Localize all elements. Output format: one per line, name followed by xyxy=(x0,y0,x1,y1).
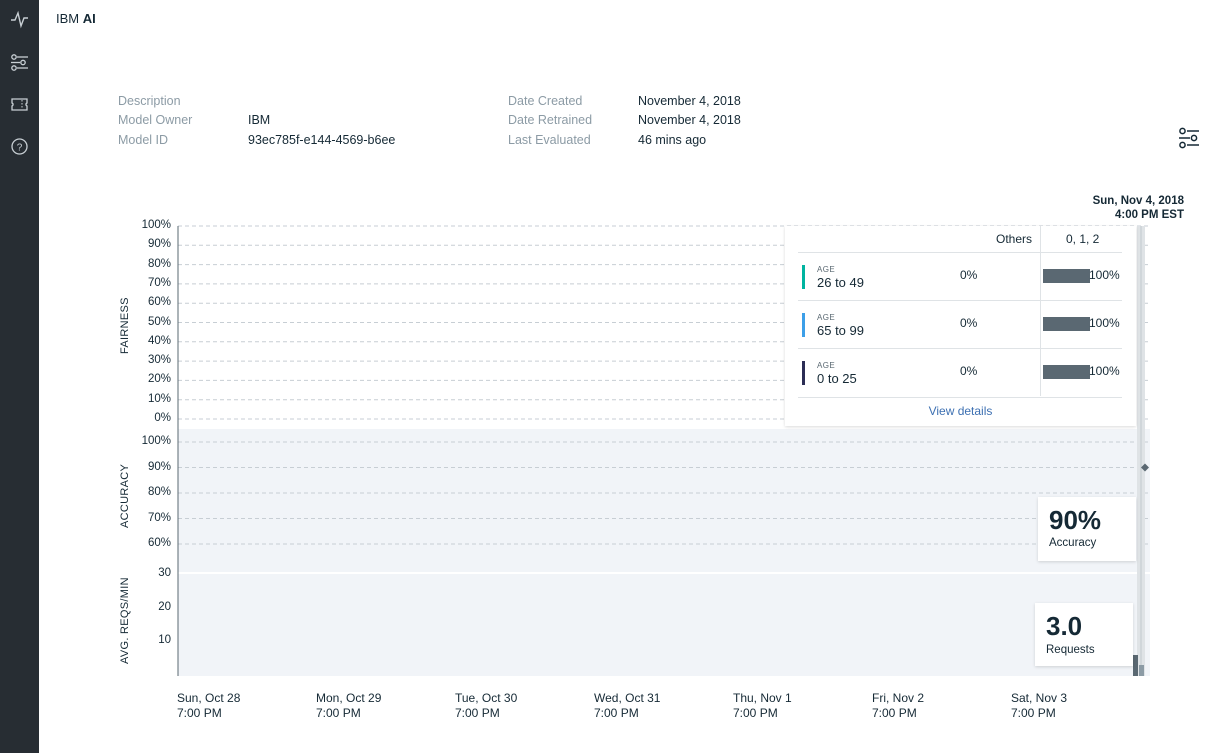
x-tick-label: Mon, Oct 29 7:00 PM xyxy=(316,691,381,721)
view-details-link[interactable]: View details xyxy=(785,404,1136,418)
x-tick-day: Thu, Nov 1 xyxy=(733,691,792,705)
group-percent: 100% xyxy=(1089,268,1120,282)
y-tick-label: 80% xyxy=(147,486,171,498)
x-tick-label: Tue, Oct 30 7:00 PM xyxy=(455,691,517,721)
x-tick-time: 7:00 PM xyxy=(872,706,917,720)
x-tick-label: Thu, Nov 1 7:00 PM xyxy=(733,691,792,721)
x-tick-day: Fri, Nov 2 xyxy=(872,691,925,705)
y-tick-label: 90% xyxy=(147,238,171,251)
y-tick-label: 20% xyxy=(147,373,171,386)
x-tick-label: Fri, Nov 2 7:00 PM xyxy=(872,691,924,721)
attribute-range: 65 to 99 xyxy=(817,323,864,338)
accuracy-card: 90% Accuracy xyxy=(1038,497,1136,561)
others-percent: 0% xyxy=(960,364,978,378)
x-tick-day: Wed, Oct 31 xyxy=(594,691,661,705)
y-tick-label: 70% xyxy=(147,276,171,289)
x-tick-day: Sat, Nov 3 xyxy=(1011,691,1068,705)
x-tick-time: 7:00 PM xyxy=(455,706,500,720)
attribute-range: 0 to 25 xyxy=(817,371,857,386)
requests-value: 3.0 xyxy=(1046,611,1083,641)
y-tick-label: 100% xyxy=(141,219,171,231)
x-tick-day: Tue, Oct 30 xyxy=(455,691,518,705)
fairness-row: AGE 26 to 49 0% 100% xyxy=(798,252,1122,301)
accuracy-label: Accuracy xyxy=(1049,537,1097,549)
group-percent: 100% xyxy=(1089,316,1120,330)
x-tick-day: Mon, Oct 29 xyxy=(316,691,382,705)
x-tick-time: 7:00 PM xyxy=(177,706,222,720)
group-color-bar xyxy=(802,265,805,289)
accuracy-panel-bg xyxy=(178,429,1150,572)
fairness-row: AGE 65 to 99 0% 100% xyxy=(798,300,1122,349)
fairness-row: AGE 0 to 25 0% 100% xyxy=(798,348,1122,398)
y-tick-label: 30% xyxy=(147,354,171,367)
x-tick-label: Wed, Oct 31 7:00 PM xyxy=(594,691,660,721)
group-percent-bar xyxy=(1043,269,1090,283)
x-tick-label: Sun, Oct 28 7:00 PM xyxy=(177,691,240,721)
requests-bar xyxy=(1139,665,1144,676)
x-tick-label: Sat, Nov 3 7:00 PM xyxy=(1011,691,1067,721)
x-tick-time: 7:00 PM xyxy=(316,706,361,720)
group-color-bar xyxy=(802,361,805,385)
y-tick-label: 80% xyxy=(147,257,171,270)
group-percent: 100% xyxy=(1089,364,1120,378)
requests-axis-title: AVG. REQS/MIN xyxy=(119,577,131,664)
y-tick-label: 60% xyxy=(147,296,171,309)
others-percent: 0% xyxy=(960,316,978,330)
requests-label: Requests xyxy=(1046,644,1095,656)
others-column-header: Others xyxy=(996,232,1033,246)
y-tick-label: 30 xyxy=(158,567,171,579)
others-percent: 0% xyxy=(960,268,978,282)
accuracy-value: 90% xyxy=(1049,505,1102,535)
group-color-bar xyxy=(802,313,805,337)
y-tick-label: 0% xyxy=(154,412,171,424)
group-percent-bar xyxy=(1043,365,1090,379)
requests-card: 3.0 Requests xyxy=(1035,603,1133,666)
y-tick-label: 70% xyxy=(147,511,171,524)
requests-panel-bg xyxy=(178,574,1150,676)
fairness-axis-title: FAIRNESS xyxy=(119,297,131,354)
attribute-range: 26 to 49 xyxy=(817,275,864,290)
y-tick-label: 20 xyxy=(158,600,171,613)
y-tick-label: 90% xyxy=(147,460,171,473)
attribute-label: AGE xyxy=(817,313,836,322)
y-tick-label: 100% xyxy=(141,435,171,447)
x-tick-day: Sun, Oct 28 xyxy=(177,691,241,705)
x-tick-time: 7:00 PM xyxy=(733,706,778,720)
y-tick-label: 60% xyxy=(147,537,171,549)
x-tick-time: 7:00 PM xyxy=(594,706,639,720)
group-column-header: 0, 1, 2 xyxy=(1066,232,1100,246)
fairness-tooltip: Others 0, 1, 2 AGE 26 to 49 0% 100% AGE … xyxy=(785,226,1136,426)
accuracy-axis-title: ACCURACY xyxy=(119,463,131,528)
y-tick-label: 10% xyxy=(147,392,171,405)
requests-bar xyxy=(1133,655,1138,676)
y-tick-label: 50% xyxy=(147,315,171,328)
x-tick-time: 7:00 PM xyxy=(1011,706,1056,720)
attribute-label: AGE xyxy=(817,361,836,370)
y-tick-label: 10 xyxy=(158,634,171,646)
group-percent-bar xyxy=(1043,317,1090,331)
attribute-label: AGE xyxy=(817,265,836,274)
y-tick-label: 40% xyxy=(147,334,171,347)
